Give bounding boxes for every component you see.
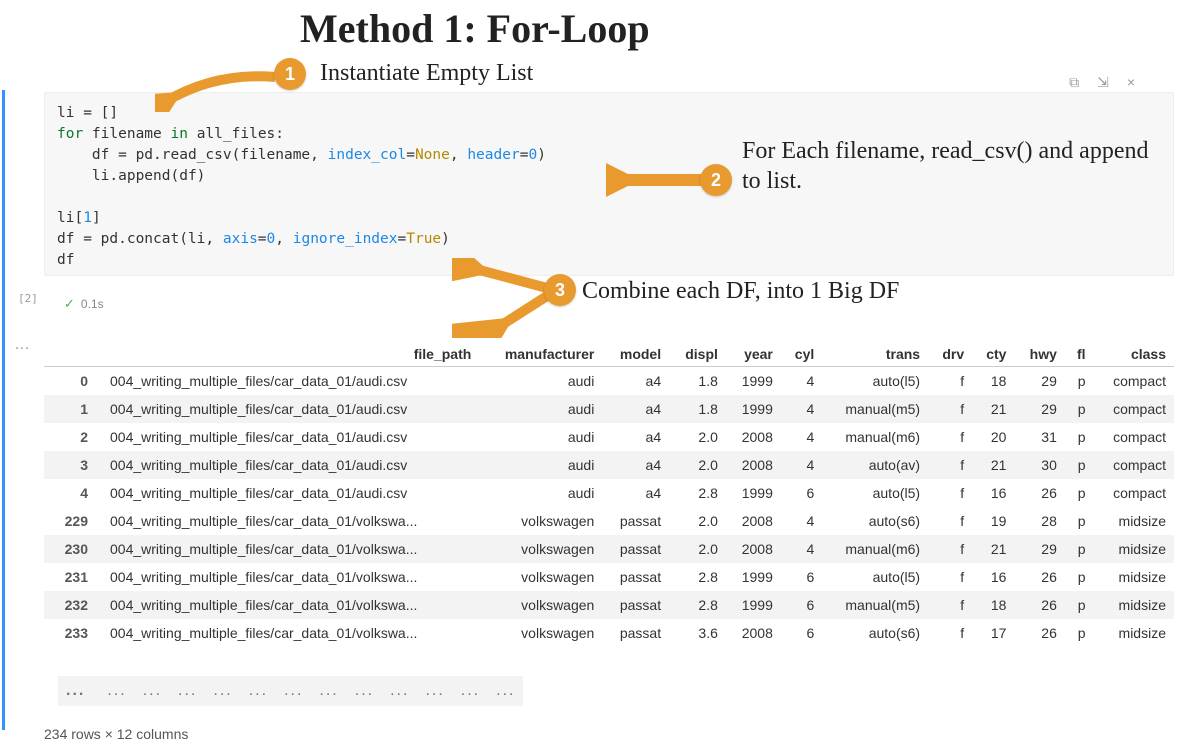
table-row: 230004_writing_multiple_files/car_data_0… [44, 535, 1174, 563]
table-header-row: file_pathmanufacturermodeldisplyearcyltr… [44, 340, 1174, 367]
annotation-badge-2: 2 [700, 164, 732, 196]
table-row: 0004_writing_multiple_files/car_data_01/… [44, 367, 1174, 396]
column-header: drv [928, 340, 972, 367]
annotation-note-1: Instantiate Empty List [320, 58, 533, 88]
execution-count: [2] [18, 292, 38, 305]
annotation-note-3: Combine each DF, into 1 Big DF [582, 276, 899, 306]
dataframe-table: file_pathmanufacturermodeldisplyearcyltr… [44, 340, 1174, 647]
column-header: cyl [781, 340, 822, 367]
ellipsis-row: ....................................... [58, 676, 523, 706]
column-header: fl [1065, 340, 1094, 367]
table-row: 233004_writing_multiple_files/car_data_0… [44, 619, 1174, 647]
cell-toolbar: ⧉ ⇲ × [1069, 74, 1135, 91]
success-check-icon: ✓ [64, 296, 75, 311]
active-cell-indicator [2, 90, 5, 730]
table-row: 229004_writing_multiple_files/car_data_0… [44, 507, 1174, 535]
column-header: class [1094, 340, 1174, 367]
table-row: 231004_writing_multiple_files/car_data_0… [44, 563, 1174, 591]
column-header: cty [972, 340, 1014, 367]
column-header: year [726, 340, 781, 367]
page-title: Method 1: For-Loop [300, 5, 650, 52]
execution-timing: ✓0.1s [64, 296, 104, 312]
column-header: trans [822, 340, 928, 367]
annotation-badge-1: 1 [274, 58, 306, 90]
table-row: 2004_writing_multiple_files/car_data_01/… [44, 423, 1174, 451]
column-header: displ [669, 340, 726, 367]
dataframe-summary: 234 rows × 12 columns [44, 726, 188, 742]
annotation-note-2: For Each filename, read_csv() and append… [742, 136, 1162, 196]
dataframe-output: file_pathmanufacturermodeldisplyearcyltr… [44, 340, 1174, 647]
split-cell-icon[interactable]: ⇲ [1097, 74, 1109, 91]
table-row: 4004_writing_multiple_files/car_data_01/… [44, 479, 1174, 507]
table-row: 1004_writing_multiple_files/car_data_01/… [44, 395, 1174, 423]
column-header: model [602, 340, 669, 367]
annotation-badge-3: 3 [544, 274, 576, 306]
table-row: 3004_writing_multiple_files/car_data_01/… [44, 451, 1174, 479]
column-header: hwy [1014, 340, 1064, 367]
column-header: manufacturer [479, 340, 602, 367]
gutter-ellipsis-icon[interactable]: … [14, 336, 32, 354]
column-header: file_path [102, 340, 479, 367]
close-icon[interactable]: × [1127, 74, 1135, 91]
copy-icon[interactable]: ⧉ [1069, 74, 1079, 91]
arrow-annotation-1 [155, 62, 285, 112]
table-row: 232004_writing_multiple_files/car_data_0… [44, 591, 1174, 619]
arrow-annotation-2 [606, 160, 706, 200]
